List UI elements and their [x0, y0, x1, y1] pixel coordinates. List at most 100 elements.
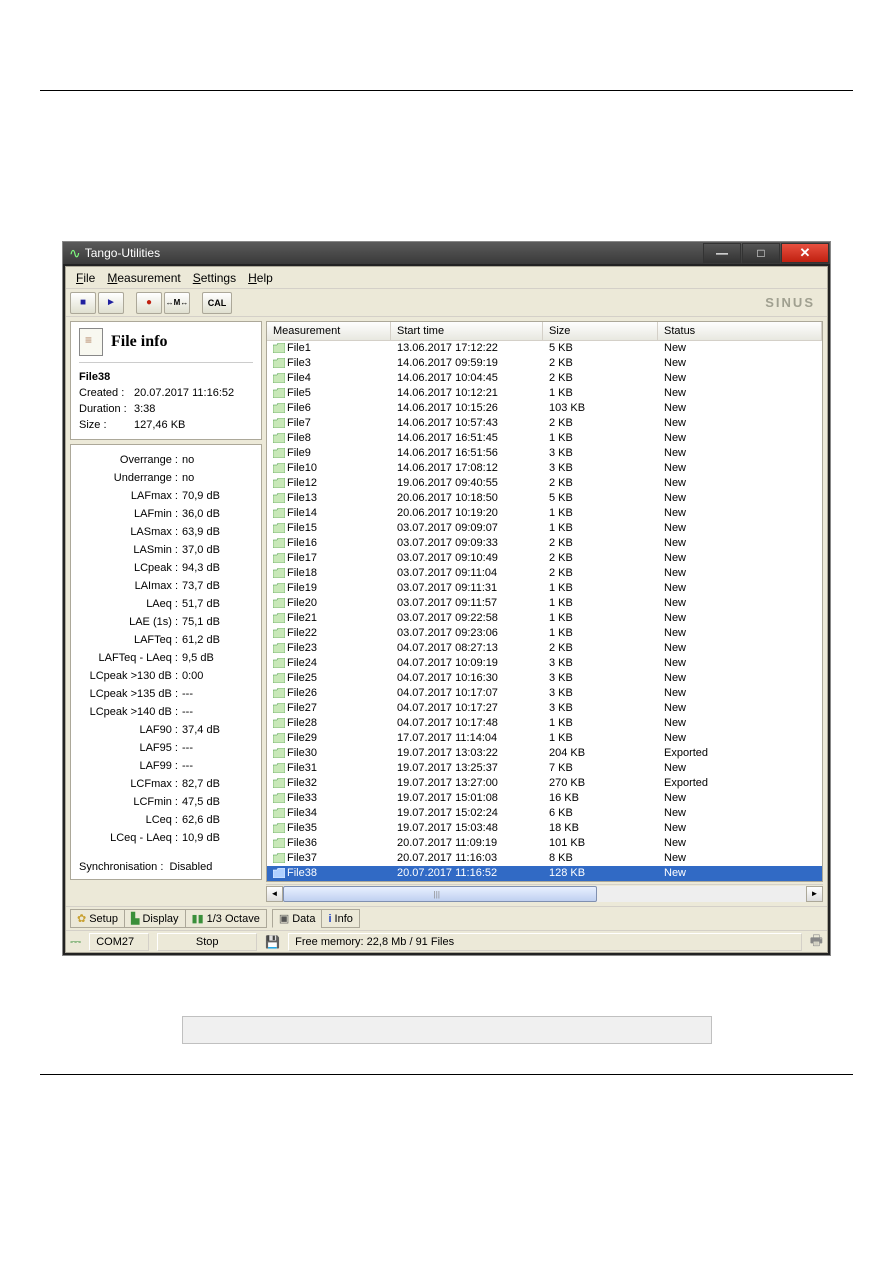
table-row[interactable]: File2003.07.2017 09:11:571 KBNew	[267, 596, 822, 611]
col-measurement[interactable]: Measurement	[267, 322, 391, 340]
cell-size: 1 KB	[543, 431, 658, 446]
cell-starttime: 20.07.2017 11:09:19	[391, 836, 543, 851]
metric-row: LAFTeq - LAeq :9,5 dB	[79, 649, 253, 667]
metric-value: 51,7 dB	[182, 595, 253, 613]
cell-size: 270 KB	[543, 776, 658, 791]
data-icon: ▣	[279, 912, 289, 925]
table-row[interactable]: File2804.07.2017 10:17:481 KBNew	[267, 716, 822, 731]
menu-help[interactable]: Help	[242, 269, 279, 287]
table-row[interactable]: File3419.07.2017 15:02:246 KBNew	[267, 806, 822, 821]
metric-value: ---	[182, 703, 253, 721]
col-starttime[interactable]: Start time	[391, 322, 543, 340]
metric-value: ---	[182, 739, 253, 757]
cell-starttime: 04.07.2017 10:17:27	[391, 701, 543, 716]
cell-size: 3 KB	[543, 446, 658, 461]
cell-status: New	[658, 821, 822, 836]
menu-settings[interactable]: Settings	[187, 269, 242, 287]
table-row[interactable]: File1420.06.2017 10:19:201 KBNew	[267, 506, 822, 521]
horizontal-scrollbar[interactable]: ◄ ||| ►	[266, 884, 823, 902]
cell-size: 1 KB	[543, 611, 658, 626]
metric-value: 94,3 dB	[182, 559, 253, 577]
record-button[interactable]: ●	[136, 292, 162, 314]
table-row[interactable]: File3119.07.2017 13:25:377 KBNew	[267, 761, 822, 776]
cell-size: 16 KB	[543, 791, 658, 806]
cell-status: Exported	[658, 776, 822, 791]
table-row[interactable]: File2203.07.2017 09:23:061 KBNew	[267, 626, 822, 641]
play-button[interactable]: ►	[98, 292, 124, 314]
col-status[interactable]: Status	[658, 322, 822, 340]
table-row[interactable]: File3319.07.2017 15:01:0816 KBNew	[267, 791, 822, 806]
printer-icon[interactable]: 🖶	[810, 930, 823, 954]
cell-status: New	[658, 866, 822, 881]
cell-status: New	[658, 641, 822, 656]
table-row[interactable]: File2404.07.2017 10:09:193 KBNew	[267, 656, 822, 671]
tab-setup[interactable]: ✿Setup	[70, 909, 125, 928]
cell-measurement: File13	[267, 491, 391, 506]
maximize-button[interactable]: □	[742, 243, 780, 263]
scroll-right-icon[interactable]: ►	[806, 886, 823, 902]
tab-data[interactable]: ▣Data	[272, 909, 323, 928]
cell-status: New	[658, 626, 822, 641]
table-row[interactable]: File3820.07.2017 11:16:52128 KBNew	[267, 866, 822, 881]
table-row[interactable]: File2304.07.2017 08:27:132 KBNew	[267, 641, 822, 656]
table-row[interactable]: File1503.07.2017 09:09:071 KBNew	[267, 521, 822, 536]
cell-starttime: 17.07.2017 11:14:04	[391, 731, 543, 746]
cal-button[interactable]: CAL	[202, 292, 232, 314]
table-row[interactable]: File1219.06.2017 09:40:552 KBNew	[267, 476, 822, 491]
table-row[interactable]: File3019.07.2017 13:03:22204 KBExported	[267, 746, 822, 761]
bars-icon: ▮▮	[192, 912, 204, 925]
stop-button[interactable]: ■	[70, 292, 96, 314]
cell-status: New	[658, 446, 822, 461]
cell-starttime: 19.07.2017 15:01:08	[391, 791, 543, 806]
m-button[interactable]: ↔M↔	[164, 292, 190, 314]
scroll-left-icon[interactable]: ◄	[266, 886, 283, 902]
tab-info[interactable]: iInfo	[321, 909, 359, 928]
table-row[interactable]: File1803.07.2017 09:11:042 KBNew	[267, 566, 822, 581]
minimize-button[interactable]: ―	[703, 243, 741, 263]
metric-label: LCpeak >130 dB :	[79, 667, 182, 685]
table-row[interactable]: File113.06.2017 17:12:225 KBNew	[267, 341, 822, 356]
table-row[interactable]: File2704.07.2017 10:17:273 KBNew	[267, 701, 822, 716]
metric-label: LAeq :	[79, 595, 182, 613]
metric-row: LCFmin :47,5 dB	[79, 793, 253, 811]
table-row[interactable]: File1903.07.2017 09:11:311 KBNew	[267, 581, 822, 596]
cell-measurement: File31	[267, 761, 391, 776]
table-row[interactable]: File2917.07.2017 11:14:041 KBNew	[267, 731, 822, 746]
cell-measurement: File3	[267, 356, 391, 371]
tab-octave[interactable]: ▮▮1/3 Octave	[185, 909, 267, 928]
cell-measurement: File28	[267, 716, 391, 731]
table-row[interactable]: File614.06.2017 10:15:26103 KBNew	[267, 401, 822, 416]
table-row[interactable]: File714.06.2017 10:57:432 KBNew	[267, 416, 822, 431]
tab-display[interactable]: ▙Display	[124, 909, 186, 928]
cell-size: 2 KB	[543, 356, 658, 371]
table-row[interactable]: File3219.07.2017 13:27:00270 KBExported	[267, 776, 822, 791]
cell-measurement: File14	[267, 506, 391, 521]
cell-status: New	[658, 386, 822, 401]
table-row[interactable]: File414.06.2017 10:04:452 KBNew	[267, 371, 822, 386]
brand-logo: SINUS	[765, 295, 823, 310]
table-row[interactable]: File914.06.2017 16:51:563 KBNew	[267, 446, 822, 461]
table-row[interactable]: File1014.06.2017 17:08:123 KBNew	[267, 461, 822, 476]
cell-status: New	[658, 581, 822, 596]
table-row[interactable]: File514.06.2017 10:12:211 KBNew	[267, 386, 822, 401]
cell-size: 7 KB	[543, 761, 658, 776]
cell-measurement: File10	[267, 461, 391, 476]
table-row[interactable]: File2604.07.2017 10:17:073 KBNew	[267, 686, 822, 701]
table-row[interactable]: File3519.07.2017 15:03:4818 KBNew	[267, 821, 822, 836]
table-row[interactable]: File2504.07.2017 10:16:303 KBNew	[267, 671, 822, 686]
table-row[interactable]: File314.06.2017 09:59:192 KBNew	[267, 356, 822, 371]
table-row[interactable]: File1320.06.2017 10:18:505 KBNew	[267, 491, 822, 506]
table-row[interactable]: File814.06.2017 16:51:451 KBNew	[267, 431, 822, 446]
table-row[interactable]: File2103.07.2017 09:22:581 KBNew	[267, 611, 822, 626]
table-row[interactable]: File1603.07.2017 09:09:332 KBNew	[267, 536, 822, 551]
cell-status: New	[658, 791, 822, 806]
titlebar[interactable]: ∿ Tango-Utilities ― □ ✕	[63, 242, 830, 264]
close-button[interactable]: ✕	[781, 243, 829, 263]
table-row[interactable]: File3720.07.2017 11:16:038 KBNew	[267, 851, 822, 866]
table-row[interactable]: File1703.07.2017 09:10:492 KBNew	[267, 551, 822, 566]
menu-file[interactable]: File	[70, 269, 101, 287]
col-size[interactable]: Size	[543, 322, 658, 340]
cell-status: New	[658, 566, 822, 581]
menu-measurement[interactable]: Measurement	[101, 269, 186, 287]
table-row[interactable]: File3620.07.2017 11:09:19101 KBNew	[267, 836, 822, 851]
